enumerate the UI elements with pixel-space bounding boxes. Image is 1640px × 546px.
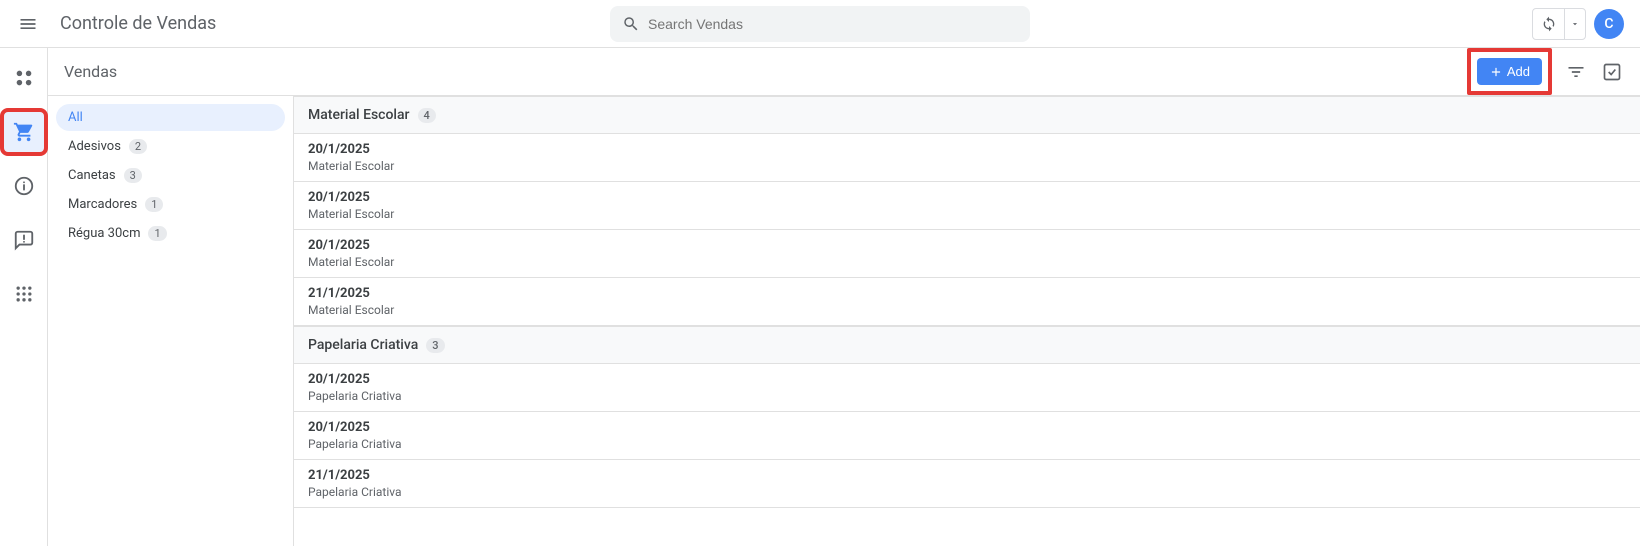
- row-category: Papelaria Criativa: [308, 485, 1626, 499]
- check-icon[interactable]: [1600, 60, 1624, 84]
- count-badge: 4: [418, 108, 436, 123]
- filter-sidebar: AllAdesivos2Canetas3Marcadores1Régua 30c…: [48, 96, 294, 546]
- sidebar-item-label: Régua 30cm: [68, 226, 140, 241]
- sync-icon: [1533, 9, 1565, 39]
- table-row[interactable]: 20/1/2025 Papelaria Criativa: [294, 412, 1640, 460]
- app-title: Controle de Vendas: [60, 13, 216, 34]
- sidebar-item-label: All: [68, 110, 83, 125]
- nav-rail: [0, 48, 48, 546]
- rail-item-info[interactable]: [4, 166, 44, 206]
- toolbar-actions: Add: [1467, 48, 1624, 95]
- row-date: 21/1/2025: [308, 468, 1626, 483]
- row-date: 20/1/2025: [308, 420, 1626, 435]
- search-box[interactable]: [610, 6, 1030, 42]
- rail-item-home[interactable]: [4, 58, 44, 98]
- table-row[interactable]: 20/1/2025 Papelaria Criativa: [294, 364, 1640, 412]
- group-header[interactable]: Papelaria Criativa 3: [294, 326, 1640, 364]
- page-title: Vendas: [64, 62, 117, 81]
- row-category: Papelaria Criativa: [308, 437, 1626, 451]
- sidebar-item[interactable]: Marcadores 1: [56, 191, 285, 218]
- search-input[interactable]: [648, 16, 1018, 32]
- filter-icon[interactable]: [1564, 60, 1588, 84]
- count-badge: 3: [124, 168, 142, 183]
- record-list: Material Escolar 4 20/1/2025 Material Escol…: [294, 96, 1640, 546]
- count-badge: 1: [148, 226, 166, 241]
- sidebar-item-label: Adesivos: [68, 139, 121, 154]
- row-category: Material Escolar: [308, 159, 1626, 173]
- row-date: 20/1/2025: [308, 238, 1626, 253]
- content: Vendas Add AllAdes: [48, 48, 1640, 546]
- group-label: Material Escolar: [308, 107, 410, 123]
- sidebar-item[interactable]: All: [56, 104, 285, 131]
- search-icon: [622, 15, 640, 33]
- row-date: 21/1/2025: [308, 286, 1626, 301]
- sidebar-item[interactable]: Adesivos 2: [56, 133, 285, 160]
- app-header: Controle de Vendas C: [0, 0, 1640, 48]
- row-date: 20/1/2025: [308, 372, 1626, 387]
- add-button-label: Add: [1507, 64, 1530, 79]
- sync-button[interactable]: [1532, 8, 1586, 40]
- count-badge: 3: [426, 338, 444, 353]
- main-area: AllAdesivos2Canetas3Marcadores1Régua 30c…: [48, 96, 1640, 546]
- table-row[interactable]: 20/1/2025 Material Escolar: [294, 182, 1640, 230]
- avatar[interactable]: C: [1594, 9, 1624, 39]
- sidebar-item-label: Marcadores: [68, 197, 137, 212]
- rail-item-feedback[interactable]: [4, 220, 44, 260]
- table-row[interactable]: 20/1/2025 Material Escolar: [294, 134, 1640, 182]
- group-header[interactable]: Material Escolar 4: [294, 96, 1640, 134]
- group-label: Papelaria Criativa: [308, 337, 418, 353]
- caret-down-icon: [1565, 19, 1585, 29]
- table-row[interactable]: 20/1/2025 Material Escolar: [294, 230, 1640, 278]
- add-button-highlight: Add: [1467, 48, 1552, 95]
- menu-icon[interactable]: [16, 12, 40, 36]
- sidebar-item-label: Canetas: [68, 168, 116, 183]
- row-date: 20/1/2025: [308, 190, 1626, 205]
- rail-item-apps[interactable]: [4, 274, 44, 314]
- header-actions: C: [1532, 8, 1624, 40]
- table-row[interactable]: 21/1/2025 Papelaria Criativa: [294, 460, 1640, 508]
- row-category: Material Escolar: [308, 207, 1626, 221]
- layout: Vendas Add AllAdes: [0, 48, 1640, 546]
- row-category: Material Escolar: [308, 303, 1626, 317]
- sidebar-item[interactable]: Canetas 3: [56, 162, 285, 189]
- row-date: 20/1/2025: [308, 142, 1626, 157]
- toolbar: Vendas Add: [48, 48, 1640, 96]
- row-category: Material Escolar: [308, 255, 1626, 269]
- rail-item-vendas[interactable]: [4, 112, 44, 152]
- count-badge: 2: [129, 139, 147, 154]
- plus-icon: [1489, 65, 1503, 79]
- count-badge: 1: [145, 197, 163, 212]
- row-category: Papelaria Criativa: [308, 389, 1626, 403]
- table-row[interactable]: 21/1/2025 Material Escolar: [294, 278, 1640, 326]
- sidebar-item[interactable]: Régua 30cm 1: [56, 220, 285, 247]
- add-button[interactable]: Add: [1477, 58, 1542, 85]
